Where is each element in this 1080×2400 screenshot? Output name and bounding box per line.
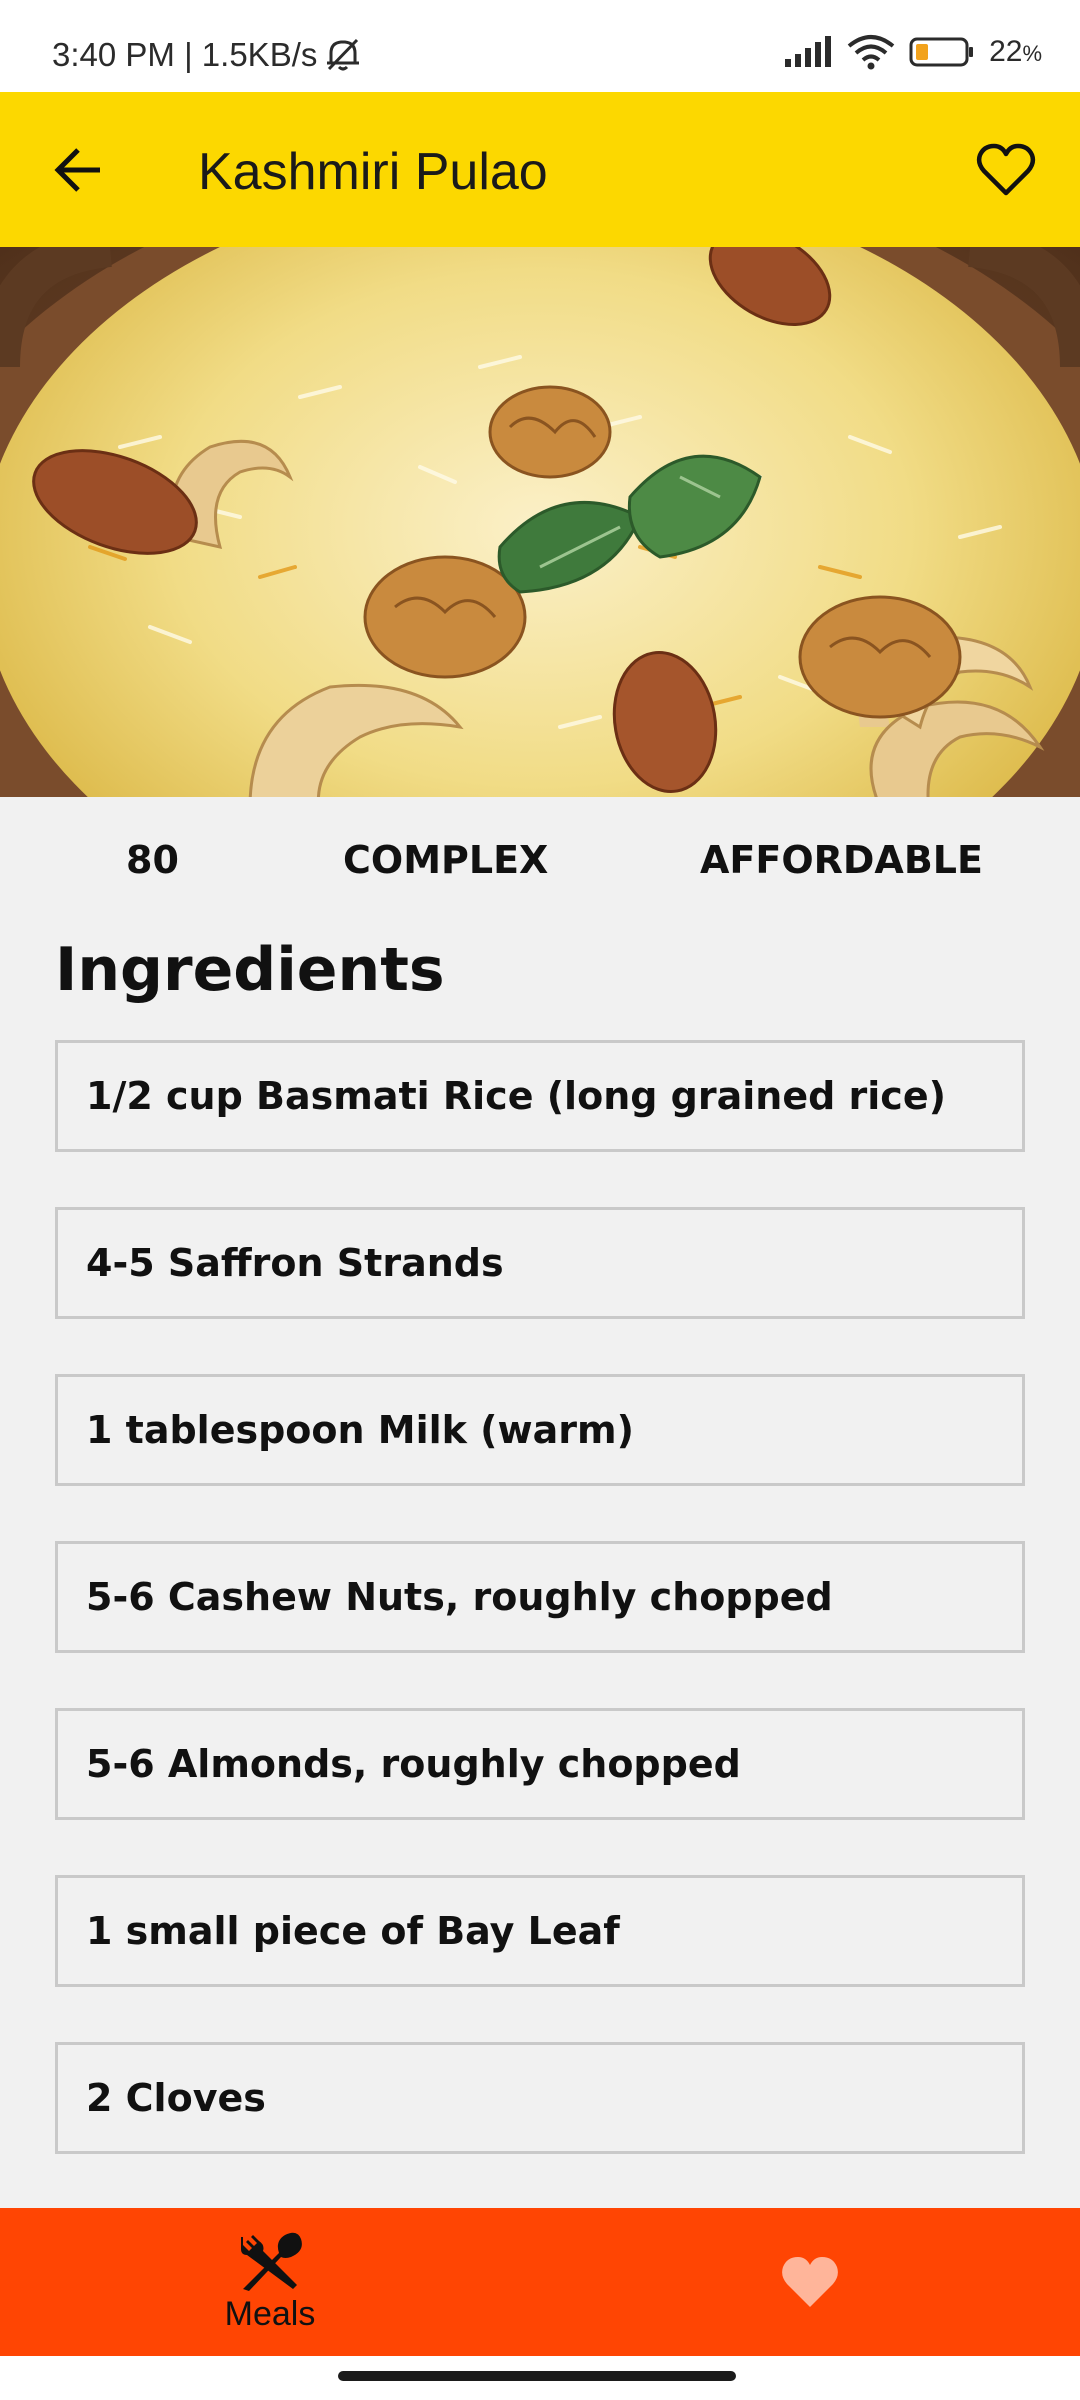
meal-meta-row: 80 COMPLEX AFFORDABLE: [0, 838, 1080, 894]
nav-tab-favorites[interactable]: [540, 2208, 1080, 2356]
meal-complexity: COMPLEX: [343, 838, 549, 882]
gesture-area: [0, 2356, 1080, 2400]
nav-meals-label: Meals: [224, 2294, 316, 2333]
mute-bell-icon: [327, 38, 360, 71]
app-bar: Kashmiri Pulao: [0, 92, 1080, 247]
fork-knife-icon: [241, 2232, 302, 2291]
ingredient-item: 1 small piece of Bay Leaf: [55, 1875, 1025, 1987]
nav-tab-meals[interactable]: Meals: [0, 2208, 540, 2356]
status-left: 3:40 PM | 1.5KB/s: [52, 36, 363, 74]
ingredient-item: 5-6 Cashew Nuts, roughly chopped: [55, 1541, 1025, 1653]
page-title: Kashmiri Pulao: [198, 143, 548, 201]
bottom-navigation: Meals: [0, 2208, 1080, 2356]
wifi-icon: [847, 35, 895, 70]
ingredient-item: 2 Cloves: [55, 2042, 1025, 2154]
meal-duration: 80: [126, 838, 179, 882]
signal-icon: [785, 36, 832, 67]
ingredients-list: 1/2 cup Basmati Rice (long grained rice)…: [55, 1040, 1025, 2209]
arrow-left-icon: [54, 148, 100, 192]
status-time-speed: 3:40 PM | 1.5KB/s: [52, 36, 318, 73]
ingredients-title: Ingredients: [55, 935, 445, 1005]
meal-affordability: AFFORDABLE: [700, 838, 983, 882]
heart-outline-icon: [976, 143, 1036, 196]
battery-percent: 22%: [989, 35, 1042, 68]
status-right: 22%: [783, 34, 1042, 70]
meal-image: [0, 247, 1080, 797]
gesture-handle[interactable]: [338, 2371, 736, 2381]
heart-icon: [782, 2257, 838, 2307]
ingredient-item: 1/2 cup Basmati Rice (long grained rice): [55, 1040, 1025, 1152]
ingredient-item: 1 tablespoon Milk (warm): [55, 1374, 1025, 1486]
back-button[interactable]: [40, 132, 116, 208]
ingredient-item: 5-6 Almonds, roughly chopped: [55, 1708, 1025, 1820]
battery-icon: [909, 37, 974, 67]
ingredient-item: 4-5 Saffron Strands: [55, 1207, 1025, 1319]
status-bar: 3:40 PM | 1.5KB/s 22%: [0, 0, 1080, 92]
favorite-button[interactable]: [968, 132, 1044, 208]
